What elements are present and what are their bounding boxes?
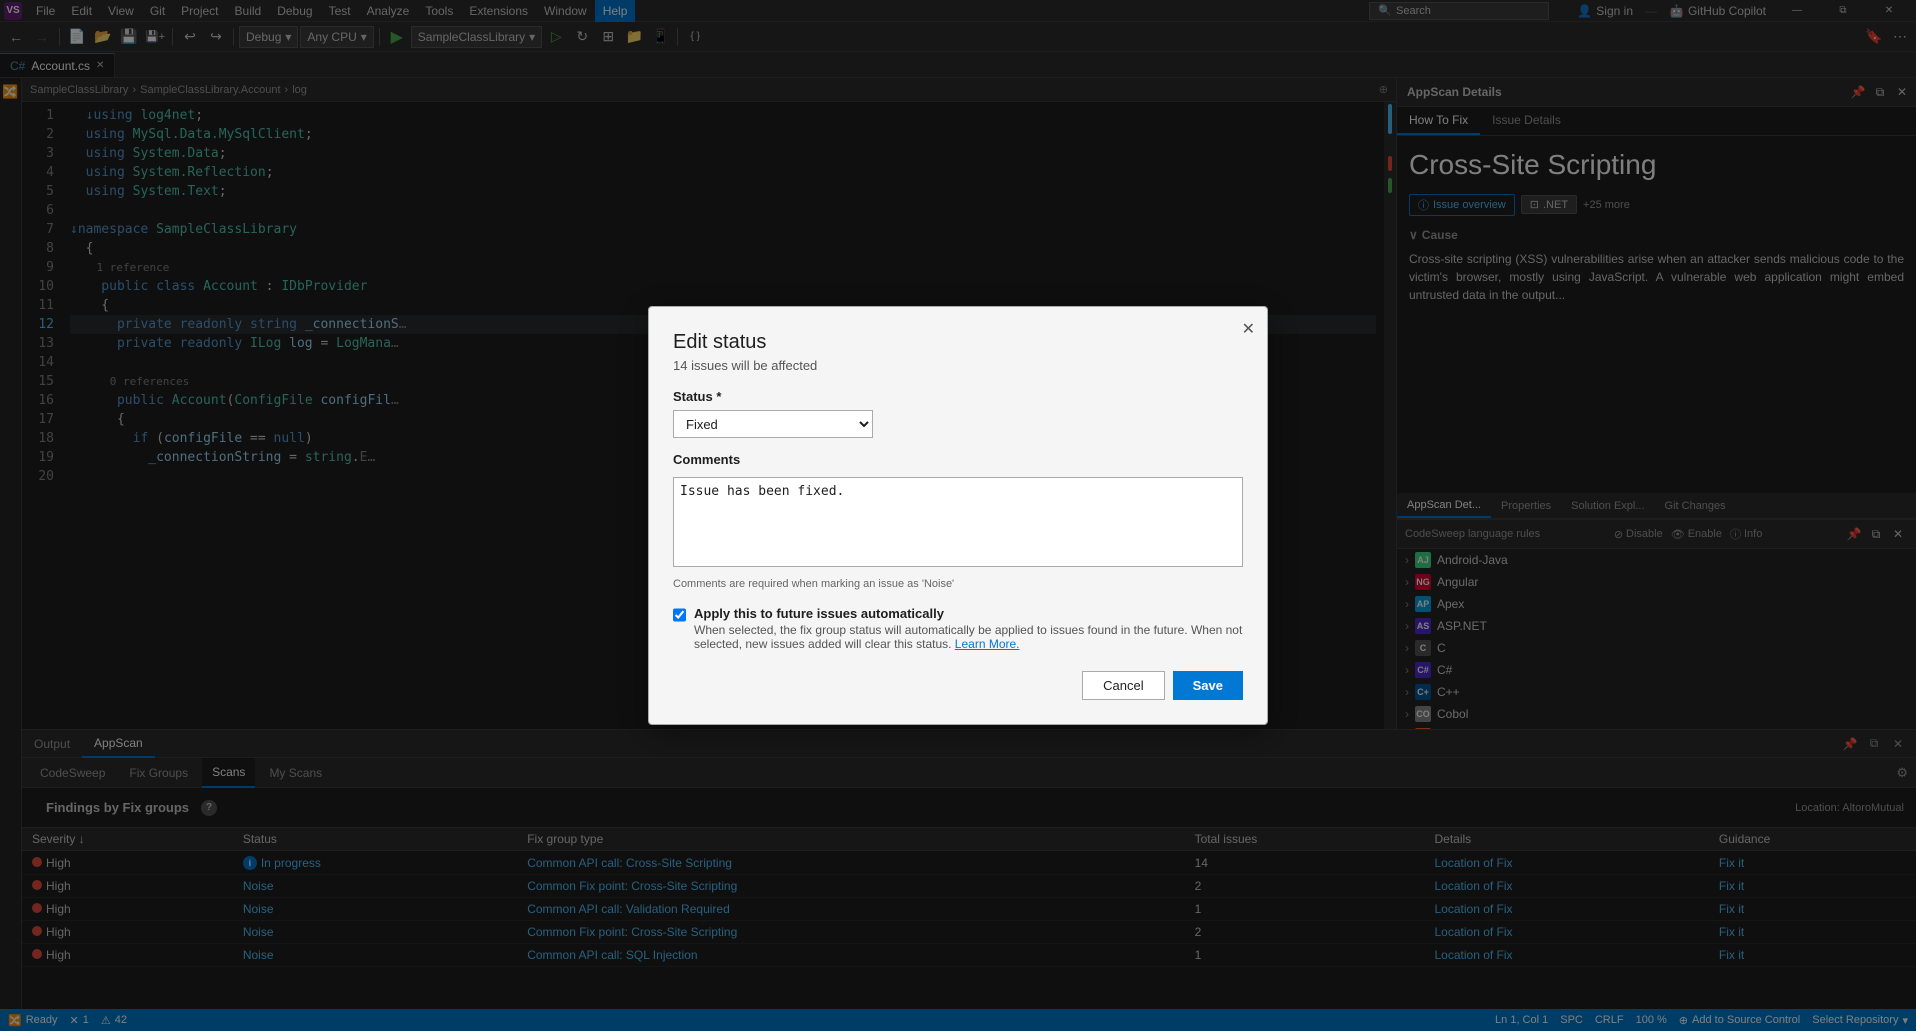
- learn-more-link[interactable]: Learn More.: [955, 637, 1020, 651]
- comments-field-label: Comments: [673, 452, 1243, 467]
- dialog-close-button[interactable]: ✕: [1242, 319, 1255, 339]
- future-issues-checkbox[interactable]: [673, 608, 686, 622]
- checkbox-row: Apply this to future issues automaticall…: [673, 606, 1243, 651]
- status-select[interactable]: Fixed New Noise In progress Open Passed: [673, 410, 873, 438]
- dialog-subtitle: 14 issues will be affected: [673, 358, 1243, 373]
- save-button[interactable]: Save: [1173, 671, 1243, 700]
- status-field-label: Status *: [673, 389, 1243, 404]
- checkbox-desc: When selected, the fix group status will…: [694, 623, 1243, 651]
- dialog-title: Edit status: [673, 331, 1243, 354]
- cancel-button[interactable]: Cancel: [1082, 671, 1164, 700]
- dialog-footer: Cancel Save: [673, 671, 1243, 700]
- comments-hint: Comments are required when marking an is…: [673, 578, 1243, 590]
- dialog-overlay: ✕ Edit status 14 issues will be affected…: [0, 0, 1916, 1031]
- edit-status-dialog: ✕ Edit status 14 issues will be affected…: [648, 306, 1268, 725]
- checkbox-label: Apply this to future issues automaticall…: [694, 606, 1243, 621]
- comments-textarea[interactable]: Issue has been fixed.: [673, 477, 1243, 567]
